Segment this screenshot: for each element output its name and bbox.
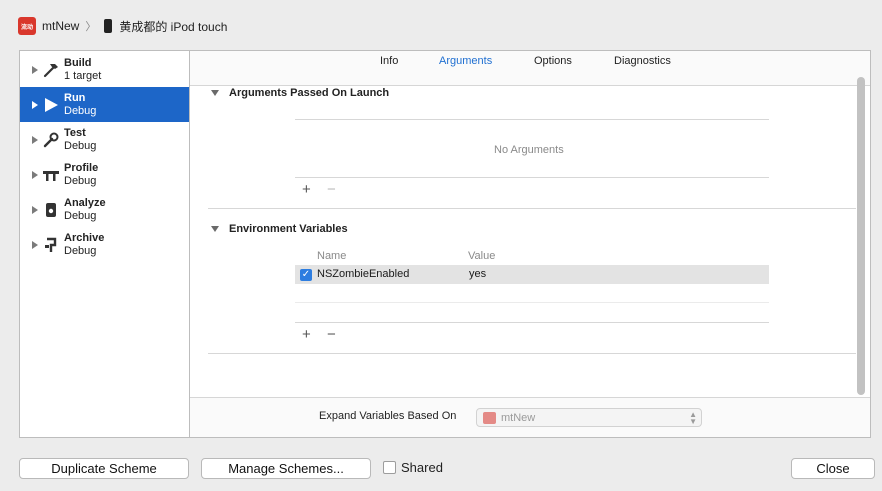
divider <box>295 177 769 178</box>
sidebar-item-profile[interactable]: Profile Debug <box>20 157 190 192</box>
expand-variables-select[interactable]: mtNew ▲ ▼ <box>476 408 702 427</box>
breadcrumb: 流动 mtNew 〉 黄成都的 iPod touch <box>18 15 227 37</box>
disclosure-triangle-icon[interactable] <box>32 135 38 144</box>
breadcrumb-scheme[interactable]: mtNew <box>42 19 79 33</box>
sidebar-item-title: Test <box>64 126 86 139</box>
disclosure-triangle-icon[interactable] <box>32 240 38 249</box>
sidebar-item-test[interactable]: Test Debug <box>20 122 190 157</box>
sidebar-item-subtitle: Debug <box>64 174 97 187</box>
remove-env-variable-button[interactable]: − <box>327 327 336 342</box>
arguments-section-title: Arguments Passed On Launch <box>229 87 390 99</box>
tab-options[interactable]: Options <box>534 55 572 67</box>
env-variable-value[interactable]: yes <box>469 268 486 280</box>
disclosure-down-icon[interactable] <box>211 90 219 96</box>
scheme-action-sidebar: Build 1 target Run Debug Test Debug Prof… <box>19 50 190 438</box>
tab-arguments[interactable]: Arguments <box>439 55 492 67</box>
add-env-variable-button[interactable]: + <box>302 327 311 342</box>
section-divider <box>208 353 856 354</box>
tab-info[interactable]: Info <box>380 55 398 67</box>
sidebar-item-title: Run <box>64 91 86 104</box>
manage-schemes-button[interactable]: Manage Schemes... <box>201 458 371 479</box>
close-button[interactable]: Close <box>791 458 875 479</box>
sidebar-item-build[interactable]: Build 1 target <box>20 52 190 87</box>
sidebar-item-archive[interactable]: Archive Debug <box>20 227 190 262</box>
wrench-icon <box>42 131 60 149</box>
remove-argument-button[interactable]: − <box>327 182 336 197</box>
divider <box>295 302 769 303</box>
disclosure-down-icon[interactable] <box>211 226 219 232</box>
sidebar-item-subtitle: Debug <box>64 209 97 222</box>
analyze-icon <box>42 201 60 219</box>
section-divider <box>208 208 856 209</box>
tab-bar: Info Arguments Options Diagnostics <box>190 51 870 86</box>
select-arrows-icon: ▲ ▼ <box>689 410 697 426</box>
chevron-right-icon: 〉 <box>85 21 97 33</box>
sidebar-item-title: Archive <box>64 231 105 244</box>
tab-diagnostics[interactable]: Diagnostics <box>614 55 671 67</box>
env-enabled-checkbox[interactable]: ✓ <box>300 268 312 281</box>
app-icon[interactable]: 流动 <box>18 17 36 35</box>
sidebar-item-subtitle: 1 target <box>64 69 102 82</box>
scheme-editor-panel: Info Arguments Options Diagnostics Argum… <box>189 50 871 438</box>
disclosure-triangle-icon[interactable] <box>32 100 38 109</box>
archive-icon <box>42 236 60 254</box>
duplicate-scheme-button[interactable]: Duplicate Scheme <box>19 458 189 479</box>
sidebar-item-run[interactable]: Run Debug <box>20 87 190 122</box>
table-row[interactable]: ✓ NSZombieEnabled yes <box>295 265 769 284</box>
vertical-scrollbar[interactable] <box>857 77 865 395</box>
sidebar-item-title: Profile <box>64 161 99 174</box>
column-header-name[interactable]: Name <box>317 250 346 262</box>
sidebar-item-subtitle: Debug <box>64 244 97 257</box>
expand-variables-value: mtNew <box>501 411 536 424</box>
add-argument-button[interactable]: + <box>302 182 311 197</box>
expand-variables-label: Expand Variables Based On <box>319 410 457 422</box>
column-header-value[interactable]: Value <box>468 250 495 262</box>
shared-checkbox[interactable]: Shared <box>383 460 443 475</box>
disclosure-triangle-icon[interactable] <box>32 170 38 179</box>
divider <box>295 322 769 323</box>
shared-label: Shared <box>401 460 443 475</box>
sidebar-item-title: Build <box>64 56 92 69</box>
disclosure-triangle-icon[interactable] <box>32 205 38 214</box>
sidebar-item-analyze[interactable]: Analyze Debug <box>20 192 190 227</box>
expand-variables-bar: Expand Variables Based On mtNew ▲ ▼ <box>190 397 870 437</box>
no-arguments-label: No Arguments <box>494 144 564 156</box>
env-variable-name[interactable]: NSZombieEnabled <box>317 268 409 280</box>
divider <box>295 119 769 120</box>
app-icon <box>483 411 496 424</box>
play-icon <box>42 96 60 114</box>
environment-section-header[interactable]: Environment Variables <box>211 223 348 235</box>
hammer-icon <box>42 61 60 79</box>
shared-checkbox-box[interactable] <box>383 461 396 474</box>
caliper-icon <box>42 166 60 184</box>
disclosure-triangle-icon[interactable] <box>32 65 38 74</box>
breadcrumb-device[interactable]: 黄成都的 iPod touch <box>119 18 227 35</box>
environment-section-title: Environment Variables <box>229 223 348 235</box>
ipod-icon <box>104 19 113 33</box>
sidebar-item-subtitle: Debug <box>64 139 97 152</box>
arguments-section-header[interactable]: Arguments Passed On Launch <box>211 87 389 99</box>
sidebar-item-subtitle: Debug <box>64 104 97 117</box>
sidebar-item-title: Analyze <box>64 196 106 209</box>
